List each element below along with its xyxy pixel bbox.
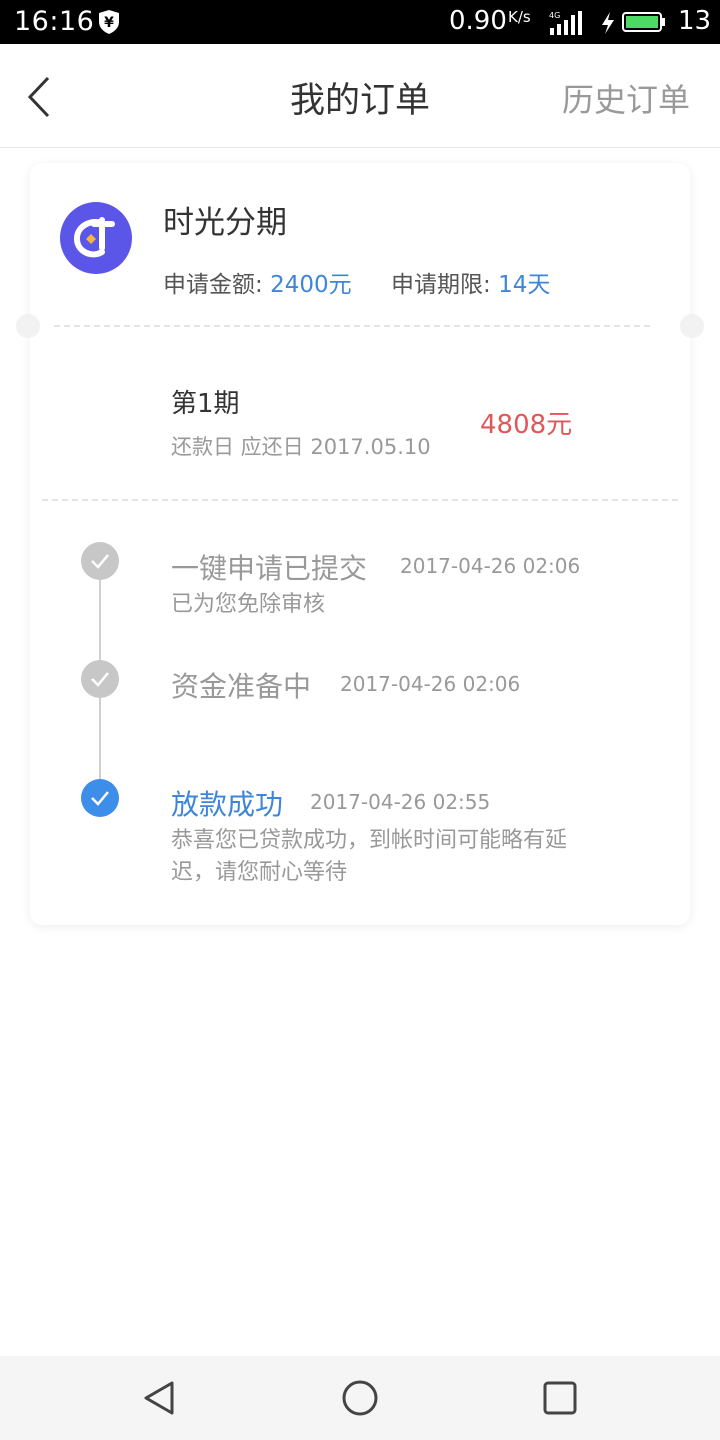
net-speed-unit: K/s bbox=[508, 8, 531, 26]
nav-bar: 我的订单 历史订单 bbox=[0, 44, 720, 148]
check-icon bbox=[91, 791, 109, 806]
triangle-back-icon[interactable] bbox=[142, 1380, 178, 1416]
check-icon bbox=[91, 672, 109, 687]
check-icon bbox=[91, 554, 109, 569]
status-time: 16:16 bbox=[14, 6, 95, 37]
order-card: 时光分期 申请金额: 2400元 申请期限: 14天 第1期 还款日 应还日 2… bbox=[16, 163, 704, 925]
dashed-divider bbox=[54, 325, 650, 327]
system-nav-bar bbox=[0, 1356, 720, 1440]
step-done-dot bbox=[81, 542, 119, 580]
product-name: 时光分期 bbox=[163, 205, 287, 241]
charging-bolt-icon bbox=[602, 12, 614, 34]
ticket-notch-right bbox=[680, 314, 704, 338]
apply-amount-value: 2400元 bbox=[270, 272, 352, 298]
step-desc: 已为您免除审核 bbox=[171, 592, 326, 617]
step-title: 资金准备中 bbox=[171, 670, 312, 703]
apply-term: 申请期限: 14天 bbox=[391, 265, 550, 299]
step-title: 放款成功 bbox=[171, 788, 284, 821]
apply-term-value: 14天 bbox=[498, 272, 551, 298]
step-time: 2017-04-26 02:06 bbox=[400, 554, 581, 578]
due-amount: 4808元 bbox=[480, 410, 573, 440]
step-title: 一键申请已提交 bbox=[171, 552, 368, 585]
step-done-dot bbox=[81, 660, 119, 698]
apply-amount-label: 申请金额: bbox=[163, 272, 271, 298]
ticket-notch-left bbox=[16, 314, 40, 338]
status-bar: 16:16 ¥ 0.90 K/s 4G 13 bbox=[0, 0, 720, 44]
step-time: 2017-04-26 02:06 bbox=[340, 672, 521, 696]
dashed-divider bbox=[42, 499, 678, 501]
step-time: 2017-04-26 02:55 bbox=[310, 790, 491, 814]
step-active-dot bbox=[81, 779, 119, 817]
product-logo bbox=[60, 202, 132, 274]
net-speed: 0.90 bbox=[449, 6, 507, 36]
due-date: 还款日 应还日 2017.05.10 bbox=[171, 435, 431, 459]
circle-home-icon[interactable] bbox=[342, 1380, 378, 1416]
battery-icon bbox=[622, 12, 665, 32]
history-orders-link[interactable]: 历史订单 bbox=[562, 75, 690, 121]
apply-amount: 申请金额: 2400元 bbox=[163, 265, 352, 299]
svg-text:4G: 4G bbox=[549, 11, 560, 20]
shield-yen-icon: ¥ bbox=[99, 10, 119, 34]
period-label: 第1期 bbox=[171, 389, 240, 419]
apply-term-label: 申请期限: bbox=[391, 272, 499, 298]
battery-level: 13 bbox=[678, 6, 712, 36]
svg-text:¥: ¥ bbox=[104, 15, 114, 31]
square-recent-icon[interactable] bbox=[542, 1380, 578, 1416]
signal-4g-icon: 4G bbox=[549, 11, 582, 35]
step-desc: 恭喜您已贷款成功，到帐时间可能略有延迟，请您耐心等待 bbox=[171, 828, 568, 885]
